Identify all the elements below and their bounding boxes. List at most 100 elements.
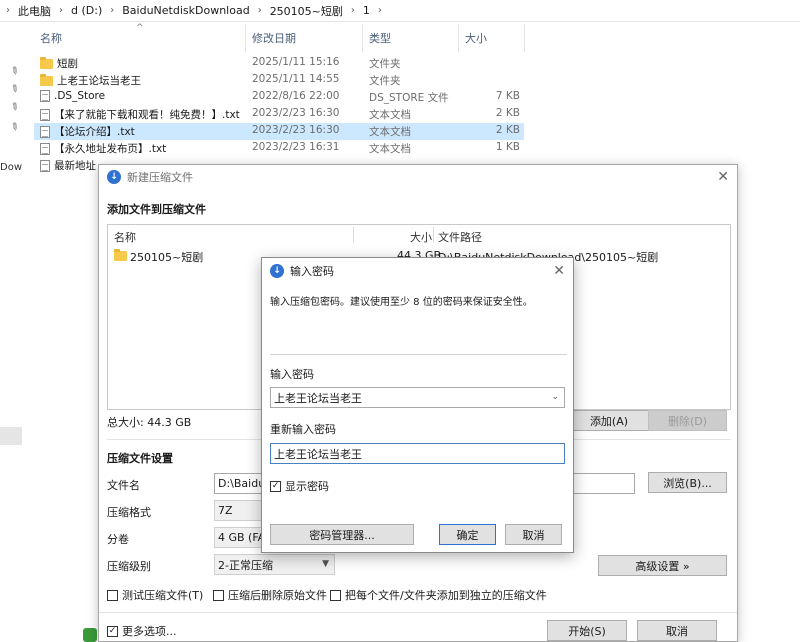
file-row[interactable]: 短剧 2025/1/11 15:16 文件夹 [34,55,524,72]
separate-archives-checkbox[interactable]: 把每个文件/文件夹添加到独立的压缩文件 [330,587,547,603]
more-options-checkbox[interactable]: ✓ 更多选项... [107,623,177,639]
file-name: 【论坛介绍】.txt [54,126,135,138]
cancel-button[interactable]: 取消 [505,524,562,545]
list-header-divider [353,227,354,243]
text-file-icon [40,159,50,172]
delete-button[interactable]: 删除(D) [648,410,727,431]
level-label: 压缩级别 [107,560,151,573]
filename-label: 文件名 [107,479,140,492]
file-row[interactable]: .DS_Store 2022/8/16 22:00 DS_STORE 文件 7 … [34,89,524,106]
cancel-button[interactable]: 取消 [637,620,717,641]
pin-icon: ✎ [7,82,21,97]
column-header-name[interactable]: 名称 [34,24,246,52]
file-name: 最新地址 [54,160,96,172]
divider [270,354,567,355]
file-date: 2023/2/23 16:31 [252,141,340,153]
add-button[interactable]: 添加(A) [569,410,649,431]
app-logo-icon: ↓ [107,170,121,184]
pin-icon: ✎ [7,120,21,135]
chevron-down-icon: ▼ [322,559,329,569]
file-row[interactable]: 【永久地址发布页】.txt 2023/2/23 16:31 文本文档 1 KB [34,140,524,157]
show-password-checkbox[interactable]: ✓ 显示密码 [270,478,329,494]
nav-item-selected[interactable] [0,427,22,445]
checkbox-icon [213,589,224,601]
pin-icon: ✎ [7,100,21,115]
breadcrumb-item[interactable]: BaiduNetdiskDownload [116,4,255,17]
file-size: 2 KB [495,107,520,119]
column-header-date[interactable]: 修改日期 [246,24,363,52]
chevron-icon: › [59,5,63,16]
level-select-value: 2-正常压缩 [218,558,273,572]
breadcrumb-item[interactable]: 1 [357,4,376,17]
file-type: 文本文档 [369,109,411,121]
navigation-pane: ✎ ✎ ✎ ✎ [0,22,26,642]
password-dialog: ↓ 输入密码 ✕ 输入压缩包密码。建议使用至少 8 位的密码来保证安全性。 输入… [261,257,574,553]
reenter-password-input[interactable]: 上老王论坛当老王 [270,443,565,464]
file-date: 2022/8/16 22:00 [252,90,340,102]
checkbox-label: 更多选项... [122,625,177,638]
chevron-icon: › [6,5,10,16]
nav-item-label[interactable]: Dow [0,162,22,173]
file-row-selected[interactable]: 【论坛介绍】.txt 2023/2/23 16:30 文本文档 2 KB [34,123,524,140]
list-item-name: 250105~短剧 [130,251,204,264]
dialog-titlebar: ↓ 输入密码 [262,258,573,284]
breadcrumb-item[interactable]: 250105~短剧 [264,3,349,19]
chevron-down-icon[interactable]: ⌄ [551,392,559,402]
section-title-add: 添加文件到压缩文件 [107,203,206,216]
file-name: 上老王论坛当老王 [57,75,141,87]
level-select[interactable]: 2-正常压缩 ▼ [214,554,335,575]
address-bar[interactable]: › 此电脑 › d (D:) › BaiduNetdiskDownload › … [0,0,800,22]
file-row[interactable]: 上老王论坛当老王 2025/1/11 14:55 文件夹 [34,72,524,89]
password-hint: 输入压缩包密码。建议使用至少 8 位的密码来保证安全性。 [270,297,533,308]
checkbox-label: 把每个文件/文件夹添加到独立的压缩文件 [345,589,547,602]
enter-password-label: 输入密码 [270,368,314,381]
checkbox-icon [107,589,118,601]
folder-icon [40,56,53,69]
file-date: 2023/2/23 16:30 [252,124,340,136]
ok-button[interactable]: 确定 [439,524,496,545]
file-icon [40,90,50,102]
close-icon[interactable]: ✕ [553,263,565,279]
close-icon[interactable]: ✕ [717,169,729,185]
advanced-settings-button[interactable]: 高级设置 » [598,555,727,576]
checkbox-icon [330,589,341,601]
section-title-settings: 压缩文件设置 [107,452,173,465]
divider [99,612,737,613]
chevron-icon: › [377,5,382,16]
password-input-value: 上老王论坛当老王 [274,391,362,405]
list-header-divider [433,227,434,243]
breadcrumb-item[interactable]: 此电脑 [12,3,57,19]
column-header-size[interactable]: 大小 [459,24,525,52]
list-header-path[interactable]: 文件路径 [438,229,482,245]
file-name: 【永久地址发布页】.txt [54,143,167,155]
app-logo-icon: ↓ [270,264,284,278]
file-name: 【来了就能下载和观看！纯免费！】.txt [54,109,240,121]
dialog-title: 新建压缩文件 [127,171,193,184]
reenter-password-label: 重新输入密码 [270,423,336,436]
password-input[interactable]: 上老王论坛当老王 ⌄ [270,387,565,408]
chevron-icon: › [110,5,115,16]
dialog-titlebar: ↓ 新建压缩文件 [99,165,737,189]
browse-button[interactable]: 浏览(B)... [648,472,727,493]
file-size: 2 KB [495,124,520,136]
folder-icon [40,73,53,86]
list-header-size[interactable]: 大小 [410,229,432,245]
checkbox-label: 测试压缩文件(T) [122,589,204,602]
file-type: 文本文档 [369,143,411,155]
delete-after-checkbox[interactable]: 压缩后删除原始文件 [213,587,327,603]
file-date: 2023/2/23 16:30 [252,107,340,119]
file-name: 短剧 [57,58,78,70]
format-label: 压缩格式 [107,506,151,519]
column-header-type[interactable]: 类型 [363,24,459,52]
test-archive-checkbox[interactable]: 测试压缩文件(T) [107,587,203,603]
list-header-name[interactable]: 名称 [114,229,136,245]
app-icon [83,628,97,642]
folder-icon [114,249,127,261]
total-size: 总大小: 44.3 GB [107,416,192,429]
password-manager-button[interactable]: 密码管理器... [270,524,414,545]
file-row[interactable]: 【来了就能下载和观看！纯免费！】.txt 2023/2/23 16:30 文本文… [34,106,524,123]
file-type: 文件夹 [369,75,401,87]
breadcrumb-item[interactable]: d (D:) [65,4,108,17]
start-button[interactable]: 开始(S) [547,620,627,641]
file-type: 文本文档 [369,126,411,138]
